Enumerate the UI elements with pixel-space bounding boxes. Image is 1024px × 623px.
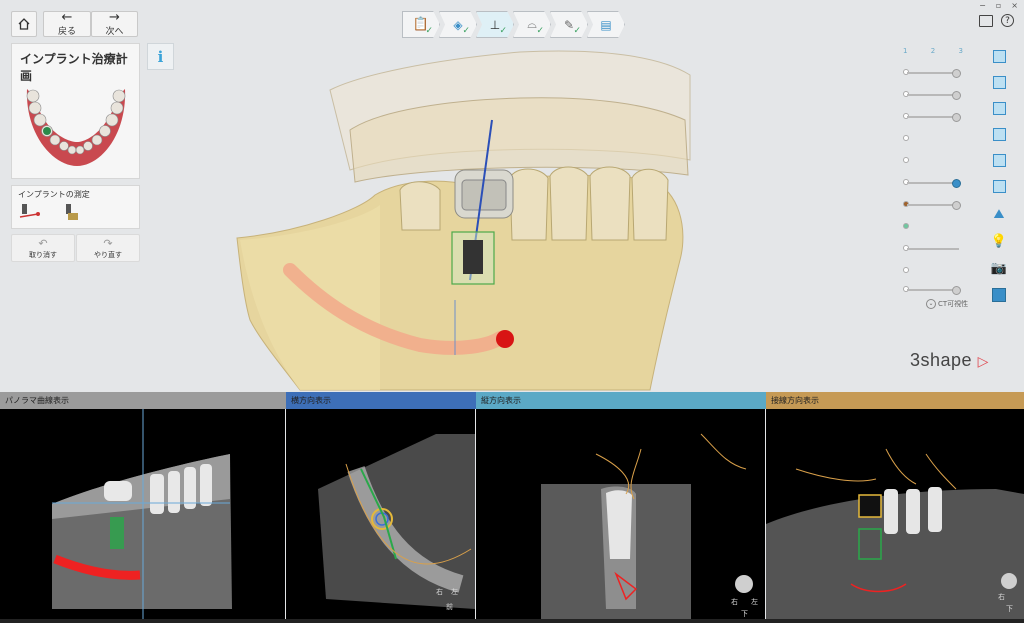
light-icon[interactable]: 💡 bbox=[990, 232, 1008, 250]
snapshot-icon[interactable] bbox=[990, 286, 1008, 304]
ct-visibility-slider[interactable] bbox=[903, 283, 961, 297]
view-bottom-icon[interactable] bbox=[990, 177, 1008, 195]
nerve-slider[interactable] bbox=[903, 220, 961, 234]
ct-slider[interactable] bbox=[903, 264, 961, 278]
view-left-icon[interactable] bbox=[990, 99, 1008, 117]
orientation-bottom: 下 bbox=[741, 610, 748, 618]
implant-slider[interactable] bbox=[903, 176, 961, 190]
3d-model-view[interactable] bbox=[0, 0, 1024, 392]
pane-header-tangential[interactable]: 接線方向表示 bbox=[766, 392, 1024, 409]
chevron-down-icon: ⌄ bbox=[926, 299, 936, 309]
drill-slider[interactable] bbox=[903, 242, 961, 256]
brand-arrow-icon: ▷ bbox=[977, 353, 989, 369]
tangential-view[interactable]: 右 下 bbox=[766, 409, 1024, 619]
upper-guide-slider[interactable] bbox=[903, 66, 961, 80]
tab-1[interactable]: 1 bbox=[903, 47, 907, 55]
orientation-bottom: 下 bbox=[1006, 605, 1013, 613]
layer-tabs: 1 2 3 bbox=[903, 47, 963, 55]
orientation-right: 右 bbox=[998, 592, 1005, 601]
bone-slider[interactable] bbox=[903, 154, 961, 168]
view-right-icon[interactable] bbox=[990, 125, 1008, 143]
orientation-front: 前 bbox=[446, 602, 453, 611]
abutment-slider[interactable] bbox=[903, 198, 961, 212]
view-front-icon[interactable] bbox=[990, 47, 1008, 65]
ct-visibility-label: CT可視性 bbox=[938, 300, 969, 308]
pane-header-cross[interactable]: 縦方向表示 bbox=[476, 392, 766, 409]
view-back-icon[interactable] bbox=[990, 73, 1008, 91]
view-top-icon[interactable] bbox=[990, 151, 1008, 169]
brand-name: 3shape bbox=[910, 350, 973, 370]
status-bar bbox=[0, 619, 1024, 623]
cross-section-view[interactable]: 右 左 下 bbox=[476, 409, 765, 619]
ct-visibility-toggle[interactable]: ⌄ CT可視性 bbox=[926, 299, 968, 309]
pane-header-axial[interactable]: 横方向表示 bbox=[286, 392, 476, 409]
upper-teeth-slider[interactable] bbox=[903, 88, 961, 102]
crown-slider[interactable] bbox=[903, 110, 961, 124]
panorama-view[interactable] bbox=[0, 409, 285, 619]
pane-title-panorama: パノラマ曲線表示 bbox=[5, 396, 69, 405]
camera-icon[interactable]: 📷 bbox=[990, 259, 1008, 277]
tab-3[interactable]: 3 bbox=[959, 47, 963, 55]
pane-title-cross: 縦方向表示 bbox=[481, 396, 521, 405]
orientation-left: 左 bbox=[751, 597, 758, 606]
orientation-right: 右 bbox=[436, 587, 443, 596]
orientation-left: 左 bbox=[451, 587, 458, 596]
orientation-right: 右 bbox=[731, 597, 738, 606]
pane-title-tangential: 接線方向表示 bbox=[771, 396, 819, 405]
axial-view[interactable]: 右 左 前 bbox=[286, 409, 475, 619]
guide-sleeve-slider[interactable] bbox=[903, 132, 961, 146]
tab-2[interactable]: 2 bbox=[931, 47, 935, 55]
clip-plane-icon[interactable]: ⛰ bbox=[990, 205, 1008, 223]
pane-title-axial: 横方向表示 bbox=[291, 396, 331, 405]
brand-logo: 3shape ▷ bbox=[910, 350, 989, 371]
pane-header-panorama[interactable]: パノラマ曲線表示 bbox=[0, 392, 286, 409]
